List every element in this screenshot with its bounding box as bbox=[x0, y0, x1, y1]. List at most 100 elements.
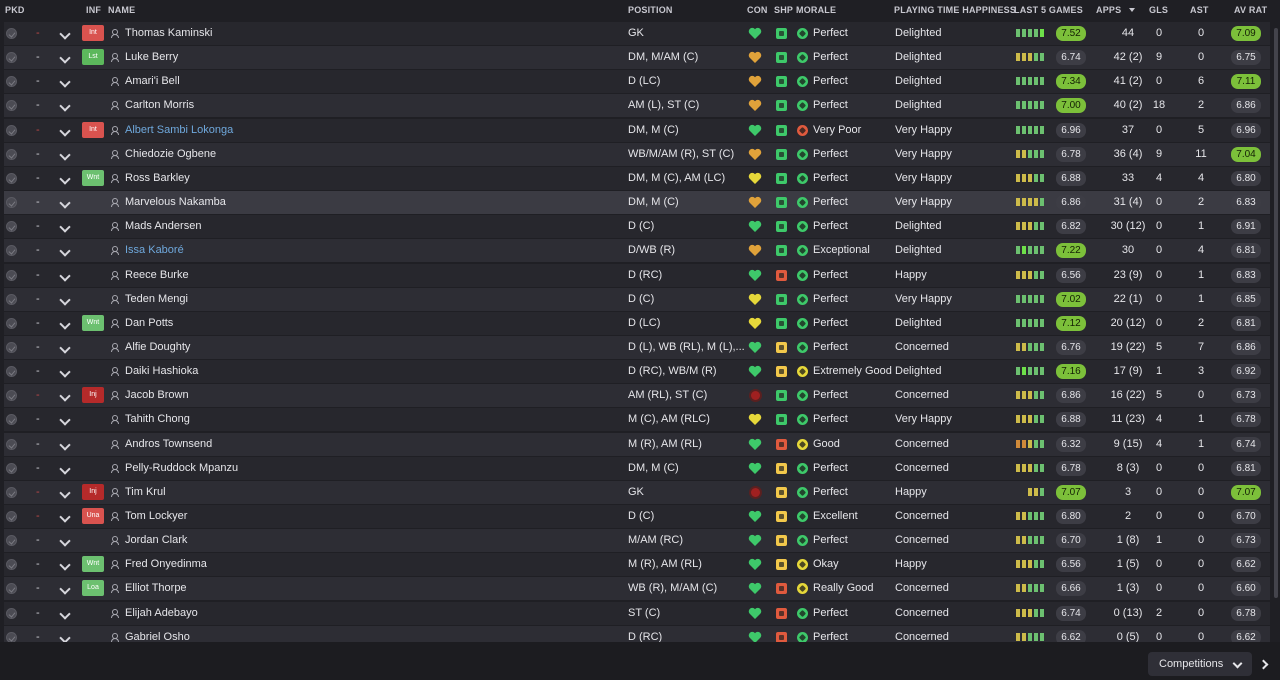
table-row[interactable]: - Teden Mengi D (C) Perfect Very Happy 7.02 22… bbox=[4, 287, 1270, 311]
player-name[interactable]: Carlton Morris bbox=[125, 94, 194, 117]
player-name[interactable]: Tom Lockyer bbox=[125, 505, 187, 528]
chevron-down-icon[interactable] bbox=[59, 318, 71, 330]
pick-checkbox[interactable] bbox=[6, 100, 17, 112]
pick-checkbox[interactable] bbox=[6, 293, 17, 305]
table-row[interactable]: - Elijah Adebayo ST (C) Perfect Concerned 6.7… bbox=[4, 601, 1270, 625]
pick-checkbox[interactable] bbox=[6, 28, 17, 39]
table-row[interactable]: - Inj Jacob Brown AM (RL), ST (C) Perfect Con… bbox=[4, 384, 1270, 408]
table-row[interactable]: - Wnt Dan Potts D (LC) Perfect Delighted 7.12 2… bbox=[4, 311, 1270, 335]
table-row[interactable]: - Lst Luke Berry DM, M/AM (C) Perfect Delight… bbox=[4, 46, 1270, 70]
pick-checkbox[interactable] bbox=[6, 511, 17, 522]
player-name[interactable]: Mads Andersen bbox=[125, 215, 201, 238]
player-name[interactable]: Alfie Doughty bbox=[125, 336, 190, 359]
chevron-right-icon[interactable] bbox=[1258, 659, 1269, 670]
table-row[interactable]: - Jordan Clark M/AM (RC) Perfect Concerned 6.… bbox=[4, 529, 1270, 553]
player-name[interactable]: Elijah Adebayo bbox=[125, 602, 198, 625]
table-row[interactable]: - Una Tom Lockyer D (C) Excellent Concerned 6.… bbox=[4, 505, 1270, 528]
chevron-down-icon[interactable] bbox=[59, 76, 71, 88]
chevron-down-icon[interactable] bbox=[59, 414, 71, 427]
chevron-down-icon[interactable] bbox=[59, 366, 71, 378]
player-name[interactable]: Daiki Hashioka bbox=[125, 360, 198, 383]
player-name[interactable]: Jacob Brown bbox=[125, 384, 189, 407]
chevron-down-icon[interactable] bbox=[59, 438, 71, 451]
pick-checkbox[interactable] bbox=[6, 124, 17, 136]
table-row[interactable]: - Mads Andersen D (C) Perfect Delighted 6.82 3… bbox=[4, 215, 1270, 239]
pick-checkbox[interactable] bbox=[6, 583, 17, 595]
chevron-down-icon[interactable] bbox=[59, 100, 71, 113]
chevron-down-icon[interactable] bbox=[59, 390, 71, 402]
table-row[interactable]: - Pelly-Ruddock Mpanzu DM, M (C) Perfect Con… bbox=[4, 456, 1270, 480]
table-row[interactable]: - Carlton Morris AM (L), ST (C) Perfect Deli… bbox=[4, 94, 1270, 118]
player-name[interactable]: Amari'i Bell bbox=[125, 70, 180, 93]
scrollbar-thumb[interactable] bbox=[1274, 28, 1278, 598]
chevron-down-icon[interactable] bbox=[59, 124, 71, 137]
chevron-down-icon[interactable] bbox=[59, 559, 71, 571]
player-name[interactable]: Albert Sambi Lokonga bbox=[125, 119, 233, 142]
chevron-down-icon[interactable] bbox=[59, 583, 71, 596]
col-av-rat[interactable]: AV RAT bbox=[1234, 5, 1267, 15]
table-row[interactable]: - Wnt Fred Onyedinma M (R), AM (RL) Okay Happ… bbox=[4, 553, 1270, 577]
pick-checkbox[interactable] bbox=[6, 341, 17, 353]
chevron-down-icon[interactable] bbox=[59, 293, 71, 306]
col-morale[interactable]: MORALE bbox=[796, 5, 836, 15]
chevron-down-icon[interactable] bbox=[59, 245, 71, 258]
table-row[interactable]: - Chiedozie Ogbene WB/M/AM (R), ST (C) Perf… bbox=[4, 142, 1270, 166]
chevron-down-icon[interactable] bbox=[59, 269, 71, 282]
table-row[interactable]: - Tahith Chong M (C), AM (RLC) Perfect Very … bbox=[4, 408, 1270, 432]
player-name[interactable]: Tahith Chong bbox=[125, 408, 190, 431]
chevron-down-icon[interactable] bbox=[59, 535, 71, 547]
player-name[interactable]: Issa Kaboré bbox=[125, 239, 184, 262]
competitions-dropdown[interactable]: Competitions bbox=[1148, 652, 1252, 676]
pick-checkbox[interactable] bbox=[6, 52, 17, 64]
chevron-down-icon[interactable] bbox=[59, 28, 71, 40]
table-row[interactable]: - Inj Tim Krul GK Perfect Happy 7.07 3 0 0 7.07 bbox=[4, 480, 1270, 504]
pick-checkbox[interactable] bbox=[6, 559, 17, 571]
table-row[interactable]: - Daiki Hashioka D (RC), WB/M (R) Extremely… bbox=[4, 360, 1270, 384]
pick-checkbox[interactable] bbox=[6, 366, 17, 378]
pick-checkbox[interactable] bbox=[6, 245, 17, 257]
player-name[interactable]: Teden Mengi bbox=[125, 288, 188, 311]
col-name[interactable]: NAME bbox=[108, 5, 135, 15]
player-name[interactable]: Dan Potts bbox=[125, 312, 173, 335]
chevron-down-icon[interactable] bbox=[59, 487, 71, 499]
chevron-down-icon[interactable] bbox=[59, 173, 71, 185]
chevron-down-icon[interactable] bbox=[59, 607, 71, 620]
col-position[interactable]: POSITION bbox=[628, 5, 673, 15]
pick-checkbox[interactable] bbox=[6, 486, 17, 498]
player-name[interactable]: Elliot Thorpe bbox=[125, 577, 187, 600]
player-name[interactable]: Ross Barkley bbox=[125, 167, 190, 190]
player-name[interactable]: Thomas Kaminski bbox=[125, 22, 212, 45]
pick-checkbox[interactable] bbox=[6, 317, 17, 329]
chevron-down-icon[interactable] bbox=[59, 342, 71, 354]
player-name[interactable]: Tim Krul bbox=[125, 481, 166, 504]
table-row[interactable]: - Amari'i Bell D (LC) Perfect Delighted 7.34 4… bbox=[4, 70, 1270, 94]
table-row[interactable]: - Marvelous Nakamba DM, M (C) Perfect Very H… bbox=[4, 191, 1270, 215]
col-gls[interactable]: GLS bbox=[1149, 5, 1168, 15]
player-name[interactable]: Pelly-Ruddock Mpanzu bbox=[125, 457, 238, 480]
col-apps[interactable]: APPS bbox=[1096, 5, 1121, 15]
pick-checkbox[interactable] bbox=[6, 269, 17, 281]
pick-checkbox[interactable] bbox=[6, 221, 17, 233]
col-ast[interactable]: AST bbox=[1190, 5, 1209, 15]
table-row[interactable]: - Int Thomas Kaminski GK Perfect Delighted 7.5… bbox=[4, 22, 1270, 45]
pick-checkbox[interactable] bbox=[6, 197, 17, 209]
chevron-down-icon[interactable] bbox=[59, 463, 71, 475]
player-name[interactable]: Jordan Clark bbox=[125, 529, 187, 552]
player-name[interactable]: Chiedozie Ogbene bbox=[125, 143, 216, 166]
chevron-down-icon[interactable] bbox=[59, 511, 71, 523]
pick-checkbox[interactable] bbox=[6, 438, 17, 450]
table-row[interactable]: - Int Albert Sambi Lokonga DM, M (C) Very Po… bbox=[4, 118, 1270, 142]
pick-checkbox[interactable] bbox=[6, 462, 17, 474]
pick-checkbox[interactable] bbox=[6, 631, 17, 642]
player-name[interactable]: Reece Burke bbox=[125, 264, 189, 287]
chevron-down-icon[interactable] bbox=[59, 149, 71, 161]
table-row[interactable]: - Loa Elliot Thorpe WB (R), M/AM (C) Really … bbox=[4, 577, 1270, 601]
player-name[interactable]: Luke Berry bbox=[125, 46, 178, 69]
table-row[interactable]: - Wnt Ross Barkley DM, M (C), AM (LC) Perfec… bbox=[4, 166, 1270, 190]
pick-checkbox[interactable] bbox=[6, 148, 17, 160]
chevron-down-icon[interactable] bbox=[59, 52, 71, 64]
pick-checkbox[interactable] bbox=[6, 535, 17, 547]
col-playing-time-happiness[interactable]: PLAYING TIME HAPPINESS bbox=[894, 5, 1016, 15]
chevron-down-icon[interactable] bbox=[59, 632, 71, 642]
pick-checkbox[interactable] bbox=[6, 414, 17, 426]
